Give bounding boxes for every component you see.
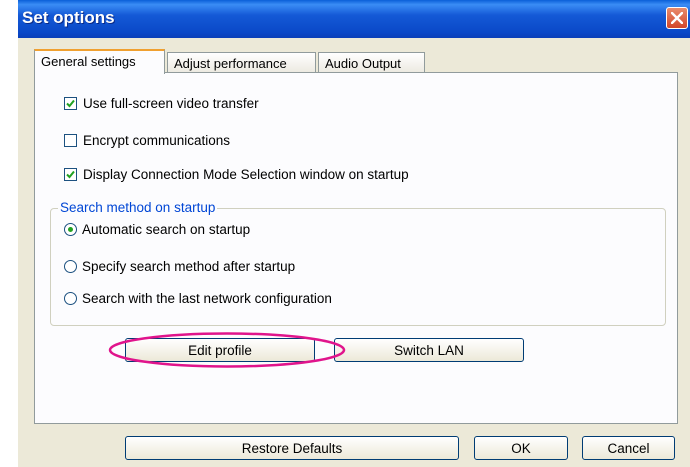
set-options-dialog: Set options General settings Adjust perf…: [18, 0, 690, 467]
connection-mode-option[interactable]: Display Connection Mode Selection window…: [64, 167, 409, 182]
radio-specify-search[interactable]: Specify search method after startup: [64, 259, 295, 274]
switch-lan-button[interactable]: Switch LAN: [334, 338, 524, 362]
checkmark-icon: [66, 99, 75, 108]
tab-audio-output[interactable]: Audio Output: [318, 52, 425, 73]
specify-search-radio[interactable]: [64, 260, 77, 273]
search-method-group-label: Search method on startup: [58, 200, 218, 215]
window-title: Set options: [22, 8, 115, 27]
title-bar[interactable]: Set options: [18, 0, 690, 38]
specify-search-label: Specify search method after startup: [82, 259, 296, 274]
ok-label: OK: [511, 440, 531, 456]
radio-last-network[interactable]: Search with the last network configurati…: [64, 291, 332, 306]
connection-mode-label: Display Connection Mode Selection window…: [83, 167, 409, 182]
connection-mode-checkbox[interactable]: [64, 168, 77, 181]
highlight-ellipse: [108, 332, 346, 368]
encrypt-communications-option[interactable]: Encrypt communications: [64, 133, 230, 148]
restore-defaults-button[interactable]: Restore Defaults: [125, 436, 459, 460]
tab-label: Audio Output: [325, 56, 401, 71]
last-network-label: Search with the last network configurati…: [82, 291, 332, 306]
cancel-button[interactable]: Cancel: [582, 436, 675, 460]
ok-button[interactable]: OK: [474, 436, 568, 460]
switch-lan-label: Switch LAN: [394, 342, 464, 358]
tab-general-settings[interactable]: General settings: [34, 49, 165, 74]
tab-label: Adjust performance: [174, 56, 287, 71]
encrypt-communications-checkbox[interactable]: [64, 134, 77, 147]
radio-selected-dot: [68, 227, 73, 232]
restore-defaults-label: Restore Defaults: [241, 440, 343, 456]
cancel-label: Cancel: [607, 440, 650, 456]
radio-automatic-search[interactable]: Automatic search on startup: [64, 222, 250, 237]
checkmark-icon: [66, 170, 75, 179]
close-icon: [671, 12, 683, 24]
encrypt-communications-label: Encrypt communications: [83, 133, 231, 148]
tab-label: General settings: [41, 54, 136, 69]
automatic-search-radio[interactable]: [64, 223, 77, 236]
automatic-search-label: Automatic search on startup: [82, 222, 251, 237]
fullscreen-video-option[interactable]: Use full-screen video transfer: [64, 96, 259, 111]
last-network-radio[interactable]: [64, 292, 77, 305]
fullscreen-video-label: Use full-screen video transfer: [83, 96, 259, 111]
fullscreen-video-checkbox[interactable]: [64, 97, 77, 110]
close-button[interactable]: [666, 7, 688, 29]
tab-adjust-performance[interactable]: Adjust performance: [167, 52, 316, 73]
